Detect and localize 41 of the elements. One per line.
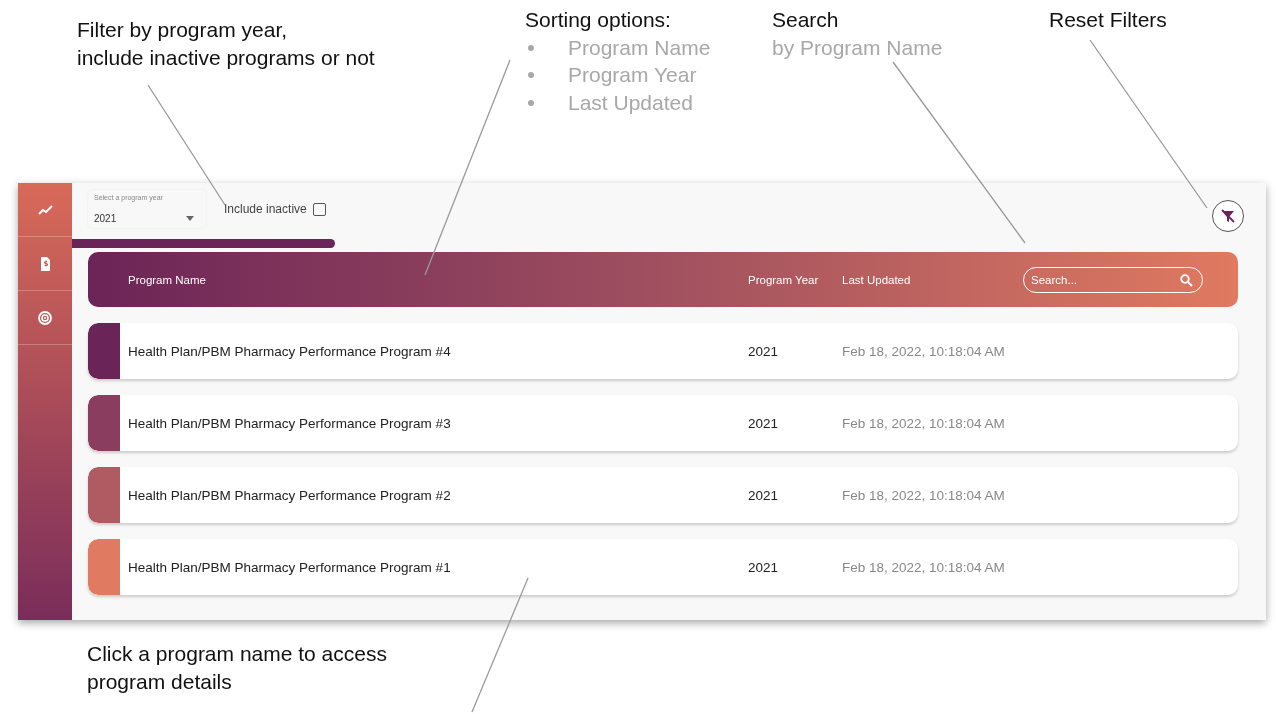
table-row[interactable]: Health Plan/PBM Pharmacy Performance Program #4 2021 Feb 18, 2022, 10:18:04 AM [88,323,1238,379]
checkbox-label: Include inactive [224,202,307,216]
column-header[interactable]: Last Updated [842,273,1023,286]
table-cell-text: 2021 [748,487,780,503]
target-icon [37,309,53,326]
column-header[interactable]: Program Year [748,273,842,286]
caret-icon [186,216,194,221]
annotation-title: Search [772,7,840,33]
table-row[interactable]: Health Plan/PBM Pharmacy Performance Program #1 2021 Feb 18, 2022, 10:18:04 AM [88,539,1238,595]
select-value: 2021 [94,213,117,224]
annotation-text: include inactive programs or not [77,45,375,71]
table-row[interactable]: Health Plan/PBM Pharmacy Performance Program #3 2021 Feb 18, 2022, 10:18:04 AM [88,395,1238,451]
program-name-link[interactable]: Health Plan/PBM Pharmacy Performance Program #2 [120,487,748,503]
annotation-text: program details [87,669,233,695]
program-name-link[interactable]: Health Plan/PBM Pharmacy Performance Program #4 [120,343,748,359]
table-cell-text: Feb 18, 2022, 10:18:04 AM [842,343,1006,359]
bullet-icon [528,44,534,51]
annotation-text: Program Year [568,63,697,88]
search-field[interactable]: Search... [1023,266,1203,293]
annotation-title: Sorting options: [525,7,672,33]
bullet-icon [528,72,534,79]
bullet-icon [528,99,534,106]
filter-off-icon [1220,208,1236,224]
table-cell-text: 2021 [748,559,780,575]
annotation-text: Reset Filters [1049,7,1167,33]
table-cell-text: Feb 18, 2022, 10:18:04 AM [842,559,1006,575]
annotation-text: Click a program name to access [87,641,388,667]
program-name-link[interactable]: Health Plan/PBM Pharmacy Performance Program #1 [120,559,748,575]
table-cell-text: Feb 18, 2022, 10:18:04 AM [842,415,1006,431]
annotation-text: by Program Name [772,35,943,61]
annotation-text: Filter by program year, [77,17,289,43]
table-row[interactable]: Health Plan/PBM Pharmacy Performance Program #2 2021 Feb 18, 2022, 10:18:04 AM [88,467,1238,523]
search-icon [1180,273,1193,287]
program-name-link[interactable]: Health Plan/PBM Pharmacy Performance Program #3 [120,415,748,431]
annotation-text: Program Name [568,35,711,60]
table-cell-text: Feb 18, 2022, 10:18:04 AM [842,487,1006,503]
reset-filters-button[interactable] [1212,200,1244,232]
column-header[interactable]: Program Name [88,273,748,286]
table-cell-text: 2021 [748,415,780,431]
annotation-text: Last Updated [568,90,693,115]
table-cell-text: 2021 [748,343,780,359]
